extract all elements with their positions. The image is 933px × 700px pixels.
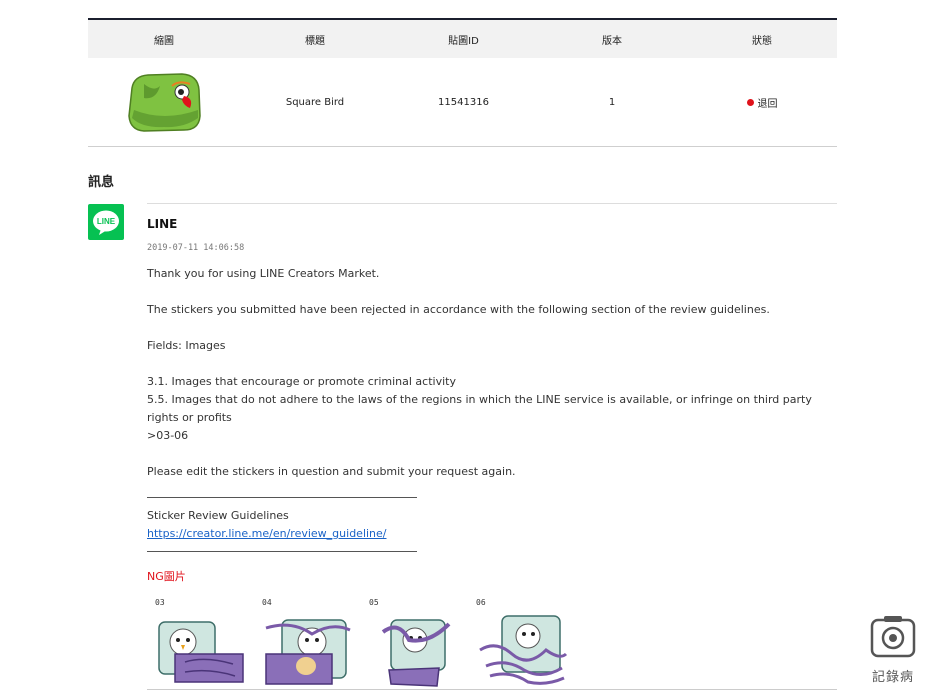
ng-image-number: 06 <box>476 598 486 607</box>
header-thumbnail: 縮圖 <box>154 35 174 47</box>
bird-with-banknotes-image <box>265 619 351 685</box>
ng-image-number: 05 <box>369 598 379 607</box>
messages-section-title: 訊息 <box>88 175 115 190</box>
green-bird-sticker-image <box>128 73 201 132</box>
sticker-table: 縮圖 標題 貼圖ID 版本 狀態 Square Bird 11541316 1 … <box>88 18 837 147</box>
rejected-ids: >03-06 <box>147 429 189 442</box>
message-fields: Fields: Images <box>147 339 226 352</box>
status-text: 退回 <box>757 98 778 110</box>
bottom-divider <box>147 689 837 690</box>
guidelines-separator-bottom <box>147 551 417 552</box>
guidelines-separator-top <box>147 497 417 498</box>
message-body: LINE 2019-07-11 14:06:58 Thank you for u… <box>147 217 837 586</box>
status-cell: 退回 <box>687 95 837 110</box>
table-row[interactable]: Square Bird 11541316 1 退回 <box>88 58 837 147</box>
message-sender: LINE <box>147 217 178 231</box>
status-dot-icon <box>746 98 754 106</box>
header-sticker-id: 貼圖ID <box>448 35 479 47</box>
rule-5-5: 5.5. Images that do not adhere to the la… <box>147 393 812 424</box>
sticker-version: 1 <box>608 96 616 108</box>
message-greeting: Thank you for using LINE Creators Market… <box>147 267 380 280</box>
rule-3-1: 3.1. Images that encourage or promote cr… <box>147 375 456 388</box>
table-header: 縮圖 標題 貼圖ID 版本 狀態 <box>88 20 837 58</box>
bird-shredding-money-image <box>479 615 568 685</box>
line-logo-text: LINE <box>97 217 116 226</box>
ng-image-item[interactable]: 05 <box>369 598 476 692</box>
bird-eating-money-image <box>381 619 451 687</box>
status-badge: 退回 <box>746 95 778 110</box>
guidelines-label: Sticker Review Guidelines <box>147 509 289 522</box>
ng-images-row: 03 04 05 06 <box>155 598 583 692</box>
line-logo-icon: LINE <box>88 204 124 240</box>
resubmit-instruction: Please edit the stickers in question and… <box>147 465 516 478</box>
watermark: 記錄病 <box>867 614 919 685</box>
message-divider <box>147 203 837 204</box>
ng-image-number: 04 <box>262 598 272 607</box>
message-rejection-text: The stickers you submitted have been rej… <box>147 303 770 316</box>
ng-image-item[interactable]: 04 <box>262 598 369 692</box>
ng-images-title: NG圖片 <box>147 570 186 583</box>
header-version: 版本 <box>602 35 622 47</box>
ng-image-number: 03 <box>155 598 165 607</box>
header-title: 標題 <box>305 35 325 47</box>
ng-image-item[interactable]: 03 <box>155 598 262 692</box>
sticker-id: 11541316 <box>438 96 489 108</box>
header-status: 狀態 <box>752 35 772 47</box>
sticker-thumbnail[interactable] <box>88 70 240 134</box>
bird-holding-banknote-image <box>158 621 244 683</box>
sticker-title[interactable]: Square Bird <box>240 97 390 108</box>
watermark-text: 記錄病 <box>871 670 914 685</box>
message-timestamp: 2019-07-11 14:06:58 <box>147 243 245 253</box>
ng-image-item[interactable]: 06 <box>476 598 583 692</box>
camera-icon <box>870 616 916 658</box>
guidelines-link[interactable]: https://creator.line.me/en/review_guidel… <box>147 525 837 543</box>
